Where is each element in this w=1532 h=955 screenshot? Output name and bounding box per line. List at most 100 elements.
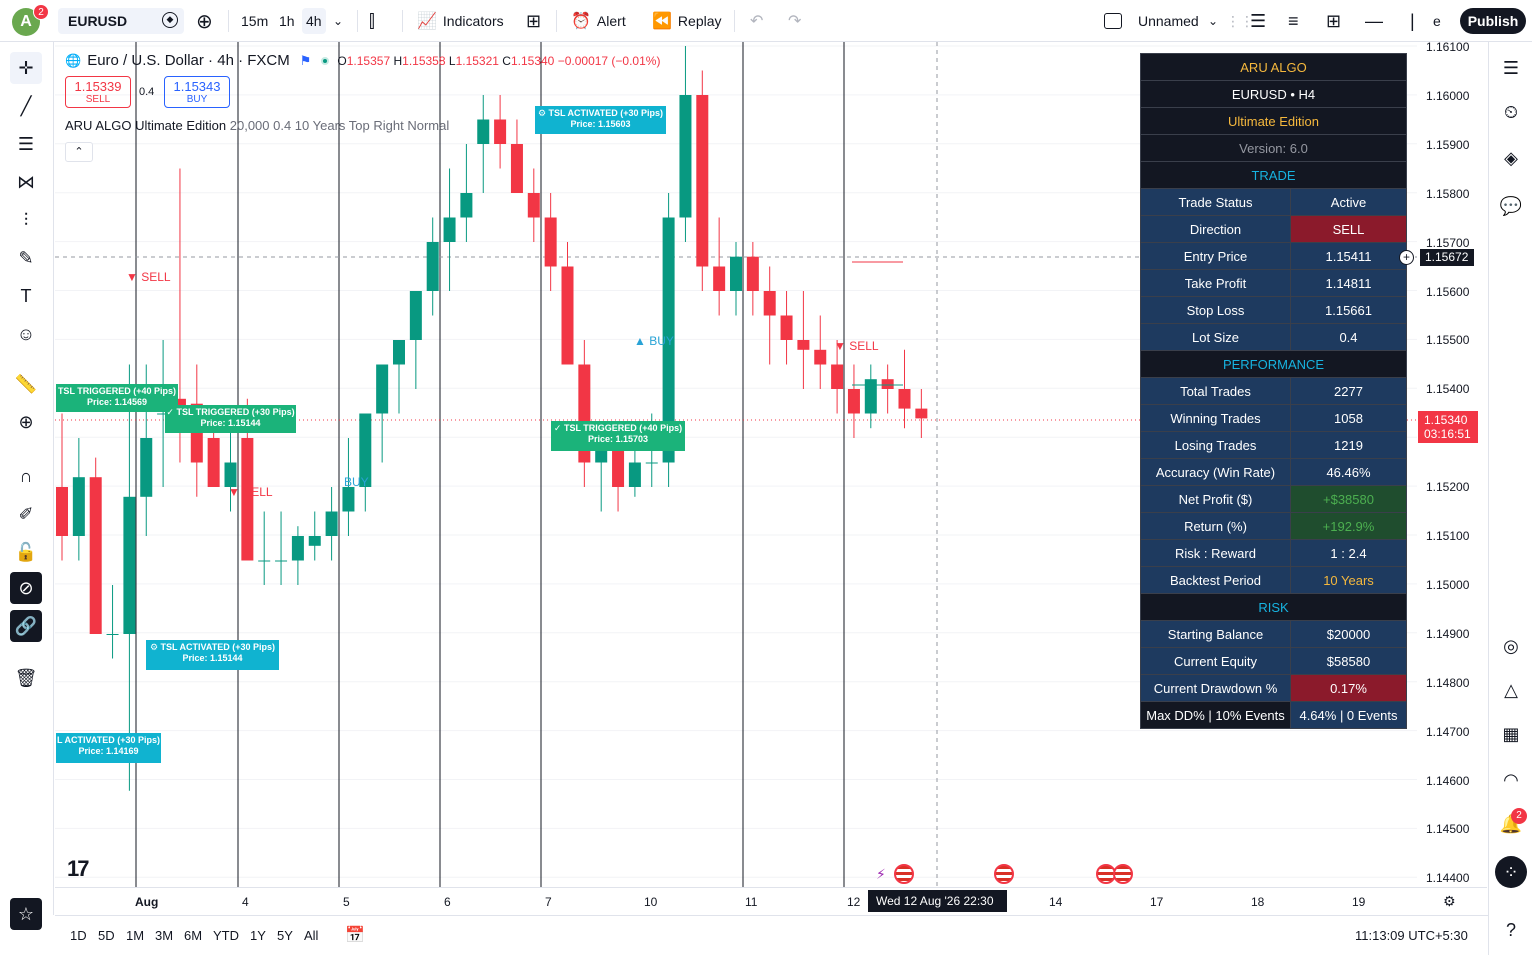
date-range-icon[interactable]: 📅 [345, 925, 365, 945]
symbol-search[interactable]: EURUSD ◆ [58, 8, 184, 34]
candle-body [241, 438, 254, 561]
range-ytd[interactable]: YTD [213, 928, 239, 943]
hide-drawings-icon[interactable]: ⊘ [10, 572, 42, 604]
trash-icon[interactable]: 🗑 [10, 662, 42, 694]
range-5d[interactable]: 5D [98, 928, 115, 943]
buy-price: 1.15343 [173, 79, 221, 94]
symbol-title[interactable]: Euro / U.S. Dollar · 4h · FXCM [87, 52, 290, 69]
vertical-line-icon[interactable]: | [1410, 0, 1415, 42]
currency-flags-icon: 🌐 [65, 52, 82, 68]
utc-clock[interactable]: 11:13:09 UTC+5:30 [1355, 928, 1468, 943]
zoom-in-icon[interactable]: ⊕ [10, 406, 42, 438]
range-3m[interactable]: 3M [155, 928, 173, 943]
layout-name[interactable]: Unnamed [1138, 0, 1199, 42]
chart-settings-icon[interactable]: ⚙ [1443, 893, 1456, 910]
range-1y[interactable]: 1Y [250, 928, 266, 943]
chat-icon[interactable]: 💬 [1497, 192, 1525, 220]
flag-icon[interactable]: ⚑ [300, 53, 312, 69]
pattern-icon[interactable]: ⋈ [10, 166, 42, 198]
compare-symbol-icon[interactable]: ⊕ [196, 0, 213, 42]
ideas-icon[interactable]: △ [1497, 676, 1525, 704]
replay-label: Replay [677, 13, 722, 29]
indicators-button[interactable]: 📈 Indicators [417, 0, 504, 42]
layout-dropdown-icon[interactable]: ⌄ [1208, 0, 1218, 42]
publish-button[interactable]: Publish [1460, 8, 1526, 34]
favorites-star-icon[interactable]: ☆ [10, 898, 42, 930]
price-label: 1.14900 [1426, 626, 1470, 641]
distribute-icon[interactable]: ≡ [1288, 0, 1299, 42]
truncated-menu-label[interactable]: e [1433, 0, 1441, 42]
timeframe-dropdown-icon[interactable]: ⌄ [333, 0, 343, 42]
panel-row-label: Stop Loss [1140, 296, 1291, 324]
panel-row: Take Profit 1.14811 [1140, 269, 1407, 297]
range-6m[interactable]: 6M [184, 928, 202, 943]
alert-button[interactable]: ⏰ Alert [571, 0, 626, 42]
layers-icon[interactable]: ◈ [1497, 144, 1525, 172]
candle-body [814, 349, 827, 365]
add-alert-plus-icon[interactable]: + [1399, 250, 1414, 265]
price-label: 1.15200 [1426, 480, 1470, 495]
price-label: 1.15600 [1426, 284, 1470, 299]
symbol-info-icon[interactable]: ◆ [162, 12, 178, 28]
candle-body [72, 477, 85, 536]
brush-icon[interactable]: ✎ [10, 242, 42, 274]
us-event-flag-icon[interactable] [894, 864, 914, 884]
trend-line-icon[interactable]: ╱ [10, 90, 42, 122]
watchlist-icon[interactable]: ☰ [1497, 54, 1525, 82]
separator [228, 10, 229, 32]
text-icon[interactable]: T [10, 280, 42, 312]
lock-icon[interactable]: 🔓 [10, 536, 42, 568]
forecast-icon[interactable]: ⫶ [10, 204, 42, 236]
candle-type-icon[interactable]: ⫿ [369, 0, 375, 42]
undo-icon[interactable]: ↶ [750, 0, 763, 42]
templates-grid-icon[interactable]: ⊞ [526, 0, 541, 42]
candle-body [561, 266, 574, 365]
replay-button[interactable]: ⏪ Replay [652, 0, 722, 42]
tradingview-logo[interactable]: 17 [67, 856, 90, 882]
target-icon[interactable]: ◎ [1497, 632, 1525, 660]
products-grid-icon[interactable]: ⁘ [1495, 856, 1527, 888]
sell-button[interactable]: 1.15339 SELL [65, 76, 131, 108]
timeframe-1h[interactable]: 1h [279, 0, 295, 42]
emoji-icon[interactable]: ☺ [10, 318, 42, 350]
align-icon[interactable]: ☰ [1250, 0, 1266, 42]
redo-icon[interactable]: ↷ [788, 0, 801, 42]
calendar-icon[interactable]: ▦ [1497, 720, 1525, 748]
indicator-legend[interactable]: ARU ALGO Ultimate Edition 20,000 0.4 10 … [65, 118, 449, 133]
timeframe-15m[interactable]: 15m [241, 0, 268, 42]
collapse-legend-button[interactable]: ⌃ [65, 142, 93, 162]
crosshair-price-tag: 1.15672 [1420, 249, 1474, 266]
alerts-clock-icon[interactable]: ⏲ [1497, 98, 1525, 126]
buy-signal-text: BUY [344, 475, 369, 489]
candle-body [207, 438, 220, 487]
price-scale[interactable]: 1.16100 1.16000 1.15900 1.15800 1.15700 1.156… [1417, 40, 1487, 887]
link-icon[interactable]: 🔗 [10, 610, 42, 642]
crosshair-icon[interactable]: ✛ [10, 52, 42, 84]
panel-row-value: SELL [1290, 215, 1407, 243]
news-feed-icon[interactable]: ◠ [1497, 766, 1525, 794]
range-5y[interactable]: 5Y [277, 928, 293, 943]
avatar-letter: A [20, 13, 32, 30]
candle-body [106, 634, 119, 635]
panel-row: Starting Balance $20000 [1140, 620, 1407, 648]
horizontal-line-icon[interactable]: — [1365, 0, 1383, 42]
range-1d[interactable]: 1D [70, 928, 87, 943]
range-1m[interactable]: 1M [126, 928, 144, 943]
crosshair-frame-icon[interactable]: ⊞ [1326, 0, 1341, 42]
magnet-icon[interactable]: ∩ [10, 460, 42, 492]
time-axis[interactable]: Aug 4 5 6 7 10 11 12 14 17 18 19 [55, 887, 1487, 915]
ruler-icon[interactable]: 📏 [10, 368, 42, 400]
lightning-event-icon[interactable]: ⚡ [876, 866, 886, 883]
help-icon[interactable]: ? [1497, 916, 1525, 944]
panel-row: Current Equity $58580 [1140, 647, 1407, 675]
stay-in-drawing-icon[interactable]: ✐ [10, 498, 42, 530]
layout-checkbox-icon[interactable] [1104, 0, 1122, 42]
range-all[interactable]: All [304, 928, 318, 943]
panel-row: Backtest Period 10 Years [1140, 566, 1407, 594]
candle-body [460, 193, 473, 218]
us-event-flag-icon[interactable] [994, 864, 1014, 884]
timeframe-4h[interactable]: 4h [302, 8, 326, 34]
us-event-flag-icon[interactable] [1113, 864, 1133, 884]
buy-button[interactable]: 1.15343 BUY [164, 76, 230, 108]
fib-retracement-icon[interactable]: ☰ [10, 128, 42, 160]
